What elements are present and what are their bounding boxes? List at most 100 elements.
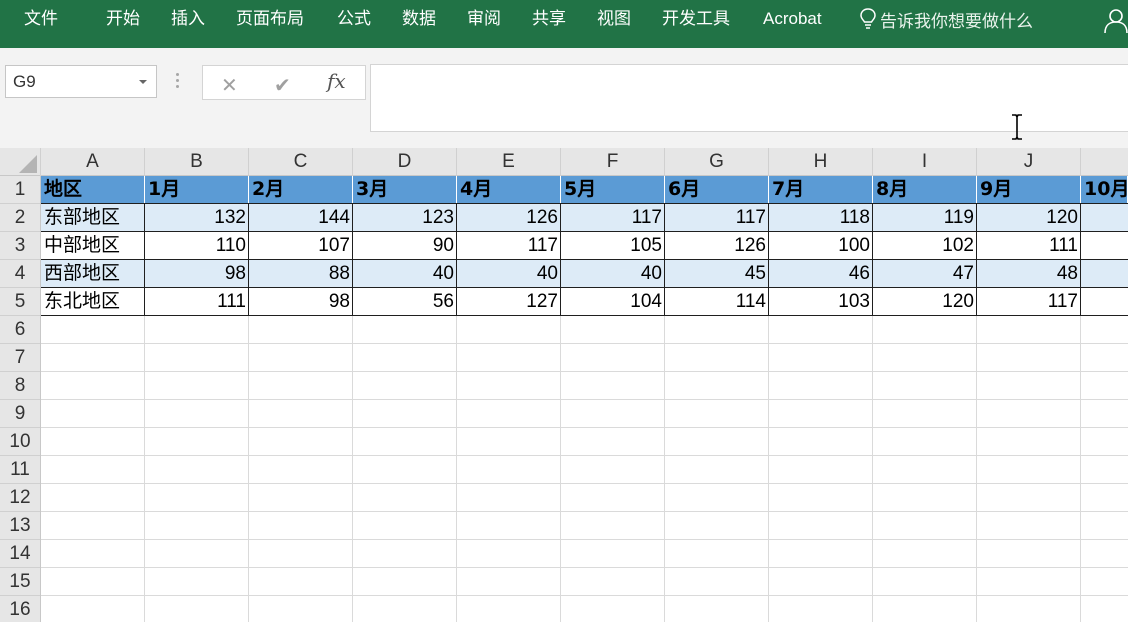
enter-check-icon[interactable]: ✔ — [274, 73, 291, 97]
table-cell[interactable]: 132 — [145, 204, 249, 232]
table-header-cell[interactable]: 7月 — [769, 176, 873, 204]
table-cell[interactable]: 45 — [665, 260, 769, 288]
table-cell[interactable]: 40 — [353, 260, 457, 288]
row-header-16[interactable]: 16 — [0, 596, 40, 622]
table-cell[interactable]: 东部地区 — [41, 204, 145, 232]
row-header-6[interactable]: 6 — [0, 316, 40, 344]
table-cell[interactable]: 111 — [977, 232, 1081, 260]
table-cell[interactable]: 126 — [457, 204, 561, 232]
table-cell[interactable]: 56 — [353, 288, 457, 316]
chevron-down-icon[interactable] — [139, 80, 147, 84]
table-cell[interactable]: 中部地区 — [41, 232, 145, 260]
table-cell[interactable]: 98 — [249, 288, 353, 316]
grip-icon[interactable] — [176, 73, 180, 93]
table-header-cell[interactable]: 6月 — [665, 176, 769, 204]
table-cell[interactable]: 144 — [249, 204, 353, 232]
table-cell[interactable]: 46 — [769, 260, 873, 288]
column-header-j[interactable]: J — [977, 148, 1081, 176]
table-header-cell[interactable]: 4月 — [457, 176, 561, 204]
tab-developer[interactable]: 开发工具 — [662, 8, 730, 30]
table-cell[interactable]: 100 — [769, 232, 873, 260]
table-cell[interactable]: 105 — [561, 232, 665, 260]
tab-data[interactable]: 数据 — [402, 8, 436, 30]
row-header-15[interactable]: 15 — [0, 568, 40, 596]
table-cell[interactable]: 40 — [457, 260, 561, 288]
row-header-14[interactable]: 14 — [0, 540, 40, 568]
table-header-cell[interactable]: 2月 — [249, 176, 353, 204]
table-cell[interactable]: 90 — [353, 232, 457, 260]
table-cell[interactable]: 118 — [769, 204, 873, 232]
tab-formulas[interactable]: 公式 — [337, 8, 371, 30]
row-header-13[interactable]: 13 — [0, 512, 40, 540]
table-cell[interactable]: 120 — [873, 288, 977, 316]
column-header-h[interactable]: H — [769, 148, 873, 176]
column-header-d[interactable]: D — [353, 148, 457, 176]
table-header-cell[interactable]: 5月 — [561, 176, 665, 204]
name-box[interactable]: G9 — [5, 65, 157, 98]
insert-function-icon[interactable]: fx — [327, 69, 346, 93]
row-header-12[interactable]: 12 — [0, 484, 40, 512]
cancel-icon[interactable]: ✕ — [221, 73, 238, 97]
worksheet-grid[interactable]: 地区 1月 2月 3月 4月 5月 6月 7月 8月 9月 10月 东部地区 1… — [41, 176, 1128, 622]
table-cell[interactable]: 114 — [665, 288, 769, 316]
tab-file[interactable]: 文件 — [24, 8, 58, 30]
table-header-cell[interactable]: 9月 — [977, 176, 1081, 204]
table-cell[interactable]: 88 — [249, 260, 353, 288]
table-cell[interactable]: 119 — [873, 204, 977, 232]
row-header-4[interactable]: 4 — [0, 260, 40, 288]
table-cell[interactable]: 107 — [249, 232, 353, 260]
table-cell[interactable]: 104 — [561, 288, 665, 316]
table-cell[interactable] — [1081, 204, 1128, 232]
table-header-cell[interactable]: 1月 — [145, 176, 249, 204]
table-cell[interactable]: 98 — [145, 260, 249, 288]
column-header-i[interactable]: I — [873, 148, 977, 176]
table-cell[interactable]: 47 — [873, 260, 977, 288]
table-cell[interactable]: 126 — [665, 232, 769, 260]
column-header-b[interactable]: B — [145, 148, 249, 176]
table-cell[interactable]: 117 — [977, 288, 1081, 316]
table-cell[interactable]: 40 — [561, 260, 665, 288]
column-header-e[interactable]: E — [457, 148, 561, 176]
column-header-c[interactable]: C — [249, 148, 353, 176]
row-header-10[interactable]: 10 — [0, 428, 40, 456]
row-header-7[interactable]: 7 — [0, 344, 40, 372]
table-cell[interactable]: 103 — [769, 288, 873, 316]
table-cell[interactable]: 东北地区 — [41, 288, 145, 316]
row-header-9[interactable]: 9 — [0, 400, 40, 428]
tab-home[interactable]: 开始 — [106, 8, 140, 30]
column-header-g[interactable]: G — [665, 148, 769, 176]
table-cell[interactable]: 48 — [977, 260, 1081, 288]
column-header-a[interactable]: A — [41, 148, 145, 176]
table-cell[interactable]: 127 — [457, 288, 561, 316]
row-header-11[interactable]: 11 — [0, 456, 40, 484]
row-header-2[interactable]: 2 — [0, 204, 40, 232]
table-cell[interactable]: 117 — [561, 204, 665, 232]
tab-acrobat[interactable]: Acrobat — [763, 8, 822, 30]
table-cell[interactable]: 123 — [353, 204, 457, 232]
table-cell[interactable]: 120 — [977, 204, 1081, 232]
tab-view[interactable]: 视图 — [597, 8, 631, 30]
table-header-cell[interactable]: 8月 — [873, 176, 977, 204]
row-header-3[interactable]: 3 — [0, 232, 40, 260]
row-header-1[interactable]: 1 — [0, 176, 40, 204]
table-cell[interactable] — [1081, 260, 1128, 288]
table-cell[interactable]: 110 — [145, 232, 249, 260]
table-cell[interactable]: 117 — [457, 232, 561, 260]
table-cell[interactable]: 102 — [873, 232, 977, 260]
tab-page-layout[interactable]: 页面布局 — [236, 8, 304, 30]
tab-review[interactable]: 审阅 — [467, 8, 501, 30]
tab-insert[interactable]: 插入 — [171, 8, 205, 30]
row-header-8[interactable]: 8 — [0, 372, 40, 400]
table-header-cell[interactable]: 地区 — [41, 176, 145, 204]
account-icon[interactable] — [1104, 8, 1128, 34]
column-header-f[interactable]: F — [561, 148, 665, 176]
row-header-5[interactable]: 5 — [0, 288, 40, 316]
table-cell[interactable]: 西部地区 — [41, 260, 145, 288]
table-cell[interactable]: 117 — [665, 204, 769, 232]
select-all-button[interactable] — [0, 148, 41, 176]
tab-share[interactable]: 共享 — [532, 8, 566, 30]
table-header-cell[interactable]: 10月 — [1081, 176, 1128, 204]
tell-me-search[interactable]: 告诉我你想要做什么 — [860, 8, 1033, 33]
table-header-cell[interactable]: 3月 — [353, 176, 457, 204]
table-cell[interactable]: 111 — [145, 288, 249, 316]
